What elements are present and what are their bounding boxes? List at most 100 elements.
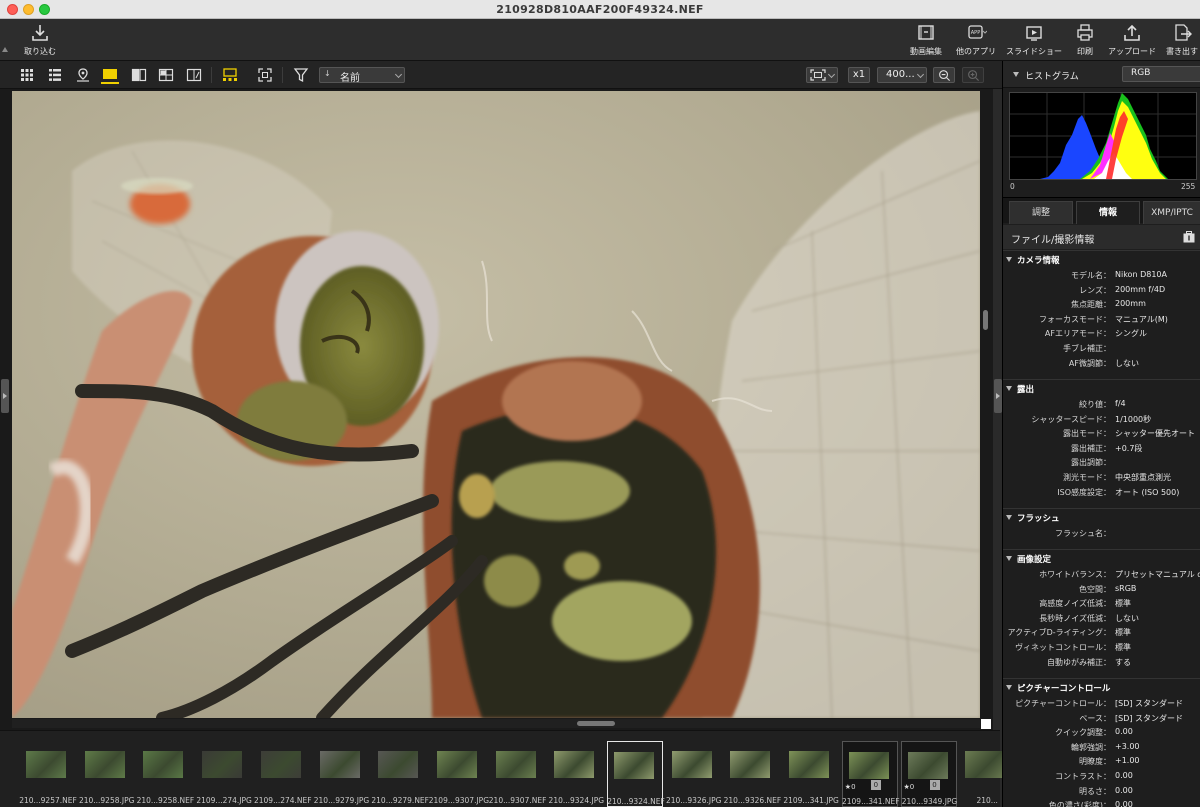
histogram-plot (1010, 93, 1196, 179)
info-row-value: プリセットマニュアル d- (1115, 570, 1200, 579)
before-after-button[interactable] (185, 66, 203, 84)
rating-star-badge[interactable]: ★0 (904, 783, 915, 791)
filmstrip-item[interactable]: 2109...9307.JPG (429, 741, 489, 807)
export-button[interactable]: 書き出す (1166, 22, 1198, 58)
grid-view-button[interactable] (18, 66, 36, 84)
filmstrip-thumbnail[interactable] (436, 751, 477, 778)
collapse-triangle-icon[interactable] (1006, 556, 1012, 561)
collapse-triangle-icon[interactable] (1006, 257, 1012, 262)
filmstrip-thumbnail[interactable] (554, 751, 595, 778)
filmstrip-item[interactable]: 210...9258.NEF (137, 741, 194, 807)
filmstrip-thumbnail[interactable] (614, 752, 654, 779)
info-group-camera[interactable]: カメラ情報 (1003, 253, 1200, 267)
filmstrip-thumbnail[interactable] (848, 752, 889, 779)
filmstrip-item[interactable]: 210...9349.JPG ★0 0 (900, 741, 957, 807)
filmstrip-item[interactable]: 2109...274.NEF (254, 741, 312, 807)
filmstrip-item[interactable]: 210...9307.NEF (489, 741, 546, 807)
filmstrip-thumbnail[interactable] (260, 751, 301, 778)
collapse-triangle-icon[interactable] (1006, 515, 1012, 520)
map-view-button[interactable] (74, 66, 92, 84)
slideshow-button[interactable]: スライドショー (1006, 22, 1062, 58)
filmstrip-thumbnail[interactable] (965, 751, 1006, 778)
filmstrip-thumbnail[interactable] (378, 751, 419, 778)
filmstrip-thumbnail[interactable] (789, 751, 830, 778)
filmstrip-thumbnail[interactable] (730, 751, 771, 778)
filmstrip-item[interactable]: 2109...341.NEF ★0 0 (841, 741, 900, 807)
filmstrip-thumbnail[interactable] (671, 751, 712, 778)
collapse-triangle-icon[interactable] (1013, 72, 1019, 77)
tab-info[interactable]: 情報 (1076, 201, 1140, 224)
compare-2-button[interactable] (130, 66, 148, 84)
collapse-triangle-icon[interactable] (1006, 685, 1012, 690)
label-number-badge[interactable]: 0 (929, 780, 940, 790)
filmstrip-thumbnail[interactable] (495, 751, 536, 778)
filmstrip-item[interactable]: 210...9324.JPG (548, 741, 604, 807)
movie-edit-button[interactable]: 動画編集 (910, 22, 942, 58)
histogram-header: ヒストグラム RGB (1003, 61, 1200, 88)
dragonfly-photo[interactable] (12, 91, 980, 718)
grid-icon (21, 69, 33, 81)
fit-mode-select[interactable] (806, 67, 838, 83)
filmstrip-item[interactable]: 210...9257.NEF (19, 741, 77, 807)
toolbar-divider (282, 67, 283, 83)
sort-select[interactable]: ↓ 名前 (319, 67, 405, 84)
info-row-key: ISO感度設定： (1057, 487, 1111, 497)
info-row: コントラスト： 0.00 (1003, 770, 1200, 784)
import-button[interactable]: 取り込む (24, 22, 56, 58)
filmstrip-thumbnail[interactable] (202, 751, 243, 778)
info-row-key: 長秒時ノイズ低減： (1039, 613, 1111, 623)
filmstrip-thumbnail[interactable] (907, 752, 948, 779)
image-viewer[interactable] (0, 89, 993, 730)
info-group-image[interactable]: 画像設定 (1003, 552, 1200, 566)
list-view-button[interactable] (46, 66, 64, 84)
collapse-triangle-icon[interactable] (2, 47, 8, 52)
compare-4-button[interactable] (157, 66, 175, 84)
info-case-icon[interactable] (1183, 231, 1195, 243)
vertical-scrollbar-thumb[interactable] (983, 310, 988, 330)
filmstrip-thumbnail[interactable] (84, 751, 125, 778)
zoom-in-button[interactable] (962, 67, 984, 83)
label-number-badge[interactable]: 0 (870, 780, 881, 790)
tab-adjust[interactable]: 調整 (1009, 201, 1073, 224)
filmstrip-filename: 210...9324.JPG (548, 796, 605, 805)
filmstrip-item[interactable]: 210...9326.NEF (724, 741, 781, 807)
info-row-key: 色の濃さ(彩度)： (1048, 801, 1111, 807)
info-row-value: 0.00 (1115, 800, 1133, 807)
right-panel-toggle[interactable] (994, 379, 1002, 413)
histogram-channel-select[interactable]: RGB (1122, 66, 1200, 82)
filmstrip-thumbnail[interactable] (26, 751, 66, 778)
single-view-button[interactable] (101, 66, 119, 84)
upload-button[interactable]: アップロード (1108, 22, 1156, 58)
left-panel-toggle[interactable] (1, 379, 9, 413)
horizontal-scrollbar-thumb[interactable] (577, 721, 615, 726)
filter-button[interactable] (292, 66, 310, 84)
info-group-flash[interactable]: フラッシュ (1003, 511, 1200, 525)
import-label: 取り込む (24, 47, 56, 56)
filmstrip-item[interactable]: 2109...274.JPG (196, 741, 252, 807)
zoom-1x-button[interactable]: x1 (848, 67, 870, 83)
filmstrip-layout-button[interactable] (221, 66, 239, 84)
info-group-picture[interactable]: ピクチャーコントロール (1003, 681, 1200, 695)
filmstrip-item[interactable]: 210...9279.JPG (314, 741, 370, 807)
fullscreen-button[interactable] (256, 66, 274, 84)
print-button[interactable]: 印刷 (1074, 22, 1096, 58)
filmstrip-item[interactable]: 210...9258.JPG (79, 741, 135, 807)
filmstrip-thumbnail[interactable] (319, 751, 360, 778)
filmstrip-item[interactable]: 210...9326.JPG (666, 741, 722, 807)
filmstrip-item[interactable]: 210...9279.NEF (371, 741, 429, 807)
collapse-triangle-icon[interactable] (1006, 386, 1012, 391)
info-row: ISO感度設定： オート (ISO 500) (1003, 486, 1200, 500)
other-apps-button[interactable]: APP 他のアプリ (956, 22, 996, 58)
horizontal-scrollbar[interactable] (12, 719, 980, 728)
info-row-key: クイック調整： (1055, 728, 1111, 738)
rating-star-badge[interactable]: ★0 (845, 783, 856, 791)
info-group-exposure[interactable]: 露出 (1003, 382, 1200, 396)
zoom-level-select[interactable]: 400... (877, 67, 927, 83)
zoom-out-button[interactable] (933, 67, 955, 83)
info-row-key: ピクチャーコントロール： (1015, 699, 1111, 708)
tab-xmp-iptc[interactable]: XMP/IPTC (1143, 201, 1200, 224)
filmstrip-item[interactable]: 210...9324.NEF (607, 741, 665, 807)
filmstrip-item[interactable]: 2109...341.JPG (783, 741, 839, 807)
filmstrip[interactable]: 210...9257.NEF 210...9258.JPG 210...9258.N… (0, 730, 1006, 807)
filmstrip-thumbnail[interactable] (143, 751, 184, 778)
